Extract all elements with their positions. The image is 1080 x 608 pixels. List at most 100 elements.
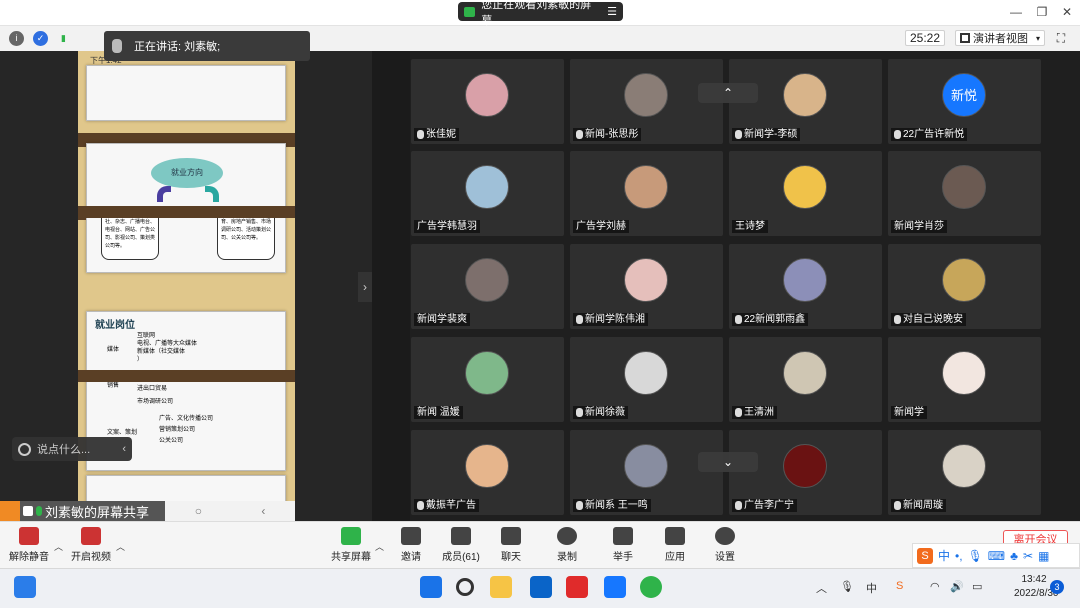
shield-icon[interactable]: ✓ [33, 31, 48, 46]
participant-tile[interactable]: 新悦 22广告许新悦 [888, 59, 1041, 144]
mic-icon [417, 130, 424, 139]
divider [78, 206, 295, 218]
mic-icon [894, 130, 901, 139]
participant-name: 新闻 温媛 [414, 406, 463, 419]
participant-tile[interactable]: 对自己说晚安 [888, 244, 1041, 329]
settings-label: 设置 [715, 552, 735, 563]
participant-tile[interactable]: 广告学刘赫 [570, 151, 723, 236]
participant-name: 新闻学 [891, 406, 927, 419]
share-screen-icon [341, 527, 361, 545]
widgets-icon[interactable] [14, 576, 36, 598]
start-video-button[interactable]: 开启视频 [66, 527, 116, 563]
wifi-icon[interactable]: ◠ [930, 580, 940, 593]
search-icon[interactable] [456, 578, 474, 596]
invite-label: 邀请 [401, 552, 421, 563]
participant-tile[interactable]: 广告学韩慧羽 [411, 151, 564, 236]
participant-tile[interactable]: 新闻学陈伟湘 [570, 244, 723, 329]
collapse-panel-icon[interactable]: › [358, 272, 372, 302]
participant-tile[interactable]: 张佳妮 [411, 59, 564, 144]
record-button[interactable]: 录制 [542, 527, 592, 563]
notification-badge[interactable]: 3 [1050, 580, 1064, 594]
participant-tile[interactable]: 22新闻郭雨鑫 [729, 244, 882, 329]
participant-name-text: 新闻-张思彤 [585, 129, 639, 140]
chat-icon [501, 527, 521, 545]
file-explorer-icon[interactable] [490, 576, 512, 598]
keyboard-icon[interactable]: ⌨ [988, 549, 1005, 563]
wechat-icon[interactable] [640, 576, 662, 598]
avatar [942, 165, 986, 209]
chat-input[interactable]: 说点什么... ‹ [12, 437, 132, 461]
participant-tile[interactable]: 新闻 温媛 [411, 337, 564, 422]
chat-button[interactable]: 聊天 [486, 527, 536, 563]
participant-tile[interactable]: 新闻学肖莎 [888, 151, 1041, 236]
settings-button[interactable]: 设置 [700, 527, 750, 563]
participant-name-text: 新闻学陈伟湘 [585, 314, 645, 325]
participant-tile[interactable]: 新闻周璇 [888, 430, 1041, 515]
system-clock[interactable]: 13:42 2022/8/30 [1014, 573, 1059, 601]
ime-language[interactable]: 中 [938, 547, 950, 564]
chevron-up-icon[interactable]: ︿ [816, 580, 827, 596]
apps-button[interactable]: 应用 [650, 527, 700, 563]
mic-icon[interactable]: 🎙 [840, 580, 854, 593]
wps-icon[interactable] [566, 576, 588, 598]
participant-name: 戴振芊广告 [414, 499, 479, 512]
start-icon[interactable] [420, 576, 442, 598]
scroll-up-icon[interactable]: ⌃ [698, 83, 758, 103]
skin-icon[interactable]: ♣ [1010, 549, 1018, 563]
sogou-icon[interactable]: S [917, 547, 933, 564]
participant-name-text: 广告学刘赫 [576, 221, 626, 232]
chevron-up-icon[interactable]: ︿ [116, 540, 125, 553]
invite-button[interactable]: 邀请 [386, 527, 436, 563]
participant-tile[interactable]: 广告李广宁 [729, 430, 882, 515]
info-icon[interactable]: i [9, 31, 24, 46]
view-mode-select[interactable]: 演讲者视图 ▾ [955, 30, 1045, 46]
battery-icon[interactable]: ▭ [972, 580, 982, 593]
apps-label: 应用 [665, 552, 685, 563]
category-media: 媒体 [107, 347, 120, 353]
mic-icon[interactable]: 🎙 [968, 549, 983, 563]
mic-icon [735, 130, 742, 139]
grid-icon[interactable]: ▦ [1038, 549, 1049, 563]
participant-tile[interactable]: 王清洲 [729, 337, 882, 422]
phone-nav-bar: ○ ‹ [165, 501, 295, 521]
volume-icon[interactable]: 🔊 [950, 580, 964, 593]
category-copywriting-items: 广告、文化传播公司 营销策划公司 公关公司 [159, 416, 214, 444]
fullscreen-icon[interactable]: ⛶ [1053, 31, 1069, 45]
tencent-meeting-icon[interactable] [604, 576, 626, 598]
sogou-tray-icon[interactable]: S [896, 580, 903, 592]
participant-name: 22新闻郭雨鑫 [732, 313, 809, 326]
participant-tile[interactable]: 新闻学裴爽 [411, 244, 564, 329]
mail-icon[interactable] [530, 576, 552, 598]
chevron-left-icon[interactable]: ‹ [122, 443, 132, 455]
ime-indicator[interactable]: 中 [866, 580, 877, 596]
menu-icon[interactable]: ☰ [607, 5, 617, 18]
minimize-icon[interactable]: — [1008, 5, 1024, 19]
members-button[interactable]: 成员(61) [436, 527, 486, 563]
scissors-icon[interactable]: ✂ [1023, 549, 1033, 563]
close-icon[interactable]: ✕ [1059, 5, 1075, 19]
avatar [465, 73, 509, 117]
chevron-up-icon[interactable]: ︿ [375, 540, 384, 553]
participant-tile[interactable]: 新闻学 [888, 337, 1041, 422]
scroll-down-icon[interactable]: ⌄ [698, 452, 758, 472]
punctuation-icon[interactable]: •, [955, 549, 963, 563]
participant-tile[interactable]: 新闻系 王一鸣 [570, 430, 723, 515]
participant-tile[interactable]: 戴振芊广告 [411, 430, 564, 515]
emoji-icon[interactable] [18, 442, 31, 456]
participant-tile[interactable]: 王诗梦 [729, 151, 882, 236]
restore-icon[interactable]: ❐ [1034, 5, 1050, 19]
participant-name: 新闻徐薇 [573, 406, 628, 419]
members-label: 成员(61) [442, 552, 480, 563]
participant-tile[interactable]: 新闻徐薇 [570, 337, 723, 422]
mic-icon [417, 501, 424, 510]
unmute-button[interactable]: 解除静音 [4, 527, 54, 563]
nav-back-icon: ‹ [261, 504, 266, 518]
screen-share-icon [464, 6, 476, 17]
chevron-up-icon[interactable]: ︿ [54, 540, 63, 553]
raise-hand-button[interactable]: 举手 [598, 527, 648, 563]
avatar [624, 165, 668, 209]
signal-icon[interactable]: ▮ [56, 31, 71, 46]
participant-name-text: 新闻学-李硕 [744, 129, 798, 140]
slide-title: 就业岗位 [95, 320, 135, 331]
share-screen-button[interactable]: 共享屏幕 [326, 527, 376, 563]
